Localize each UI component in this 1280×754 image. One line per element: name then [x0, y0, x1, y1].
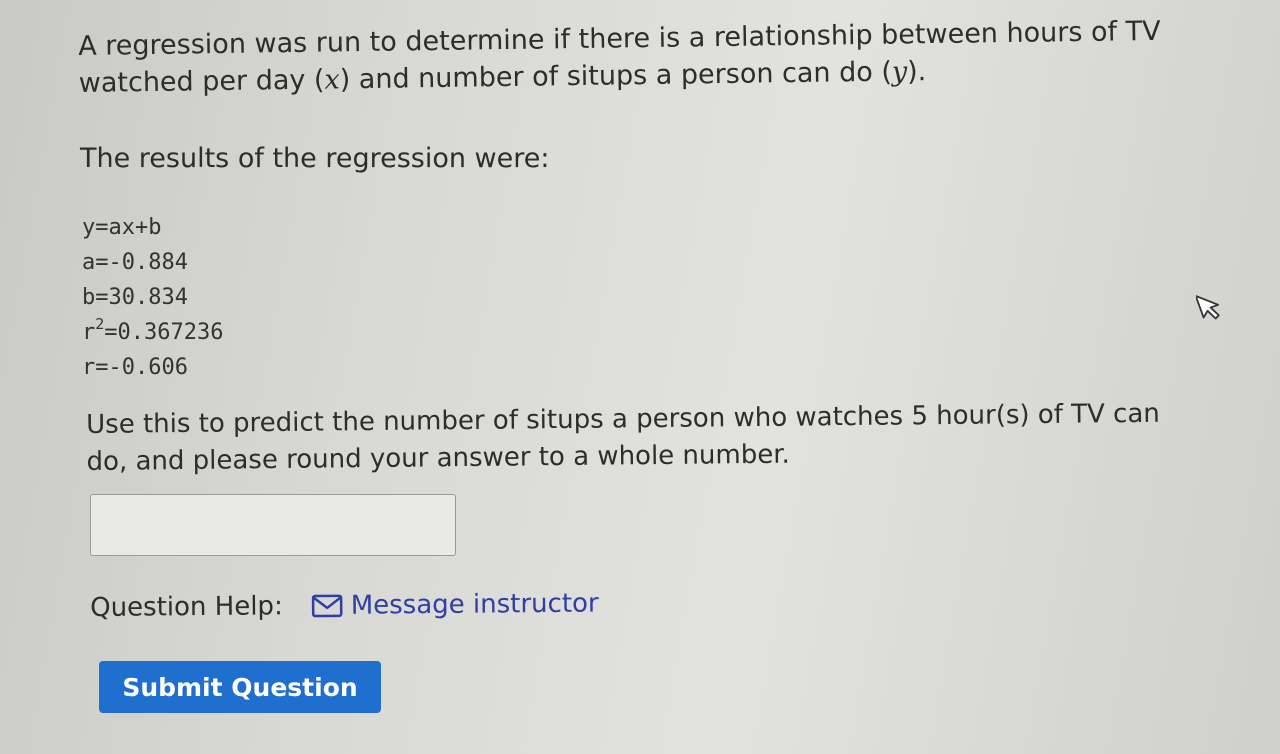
- variable-y: y: [891, 56, 908, 88]
- r-squared-exponent: 2: [95, 314, 105, 333]
- results-r: r=-0.606: [82, 355, 188, 380]
- results-a: a=-0.884: [82, 250, 188, 275]
- envelope-icon[interactable]: [311, 594, 343, 618]
- question-page: A regression was run to determine if the…: [0, 0, 1280, 754]
- results-b: b=30.834: [82, 285, 188, 310]
- question-help-row: Question Help: Message instructor: [90, 584, 599, 628]
- mouse-pointer-icon: [1194, 289, 1226, 323]
- results-r-squared: r2=0.367236: [82, 315, 224, 350]
- results-heading: The results of the regression were:: [80, 143, 550, 174]
- r-squared-value: =0.367236: [104, 320, 224, 345]
- answer-input[interactable]: [90, 494, 456, 556]
- regression-results: y=ax+b a=-0.884 b=30.834 r2=0.367236 r=-…: [82, 210, 224, 385]
- question-intro: A regression was run to determine if the…: [78, 12, 1209, 102]
- question-prompt: Use this to predict the number of situps…: [86, 398, 1160, 477]
- intro-text-part2: ) and number of situps a person can do (: [339, 56, 893, 96]
- intro-text-part3: ).: [906, 56, 927, 88]
- variable-x: x: [324, 64, 340, 96]
- message-instructor-link[interactable]: Message instructor: [351, 589, 599, 621]
- question-help-label: Question Help:: [90, 591, 283, 623]
- results-equation: y=ax+b: [82, 215, 162, 240]
- submit-question-button[interactable]: Submit Question: [99, 661, 381, 713]
- r-squared-prefix: r: [82, 320, 96, 345]
